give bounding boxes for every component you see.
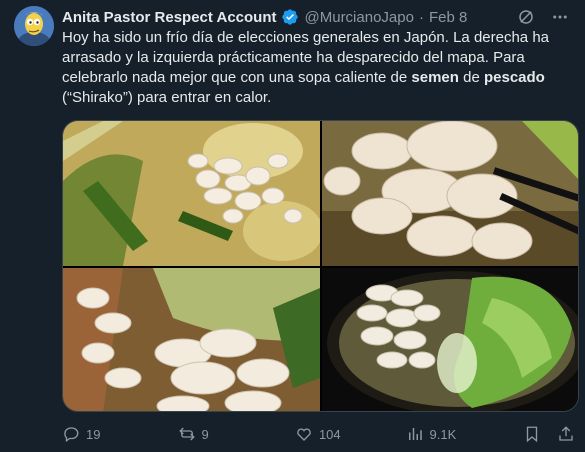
repost-icon — [178, 425, 196, 443]
reply-button[interactable]: 19 — [62, 425, 178, 443]
action-bar: 19 9 104 9.1K — [62, 423, 575, 445]
bold-word: semen — [411, 69, 459, 86]
tweet-date[interactable]: Feb 8 — [429, 9, 467, 26]
views-button[interactable]: 9.1K — [406, 425, 523, 443]
media-photo-3[interactable] — [63, 268, 320, 411]
like-count: 104 — [318, 426, 341, 442]
tweet[interactable]: Anita Pastor Respect Account @MurcianoJa… — [0, 0, 585, 452]
media-photo-4[interactable] — [322, 268, 578, 411]
avatar[interactable] — [14, 6, 54, 46]
tweet-header: Anita Pastor Respect Account @MurcianoJa… — [62, 7, 569, 27]
views-chart-icon — [406, 425, 424, 443]
more-options-icon[interactable] — [551, 8, 569, 26]
repost-count: 9 — [201, 426, 209, 442]
separator-dot: · — [418, 8, 424, 26]
media-grid — [62, 120, 579, 412]
verified-badge-icon — [281, 8, 299, 26]
media-photo-2[interactable] — [322, 121, 578, 266]
share-icon[interactable] — [557, 425, 575, 443]
views-count: 9.1K — [429, 426, 457, 442]
user-handle[interactable]: @MurcianoJapo — [305, 9, 414, 26]
heart-icon — [295, 425, 313, 443]
media-photo-1[interactable] — [63, 121, 320, 266]
bold-word: pescado — [483, 69, 545, 86]
bookmark-icon[interactable] — [523, 425, 541, 443]
display-name[interactable]: Anita Pastor Respect Account — [62, 9, 277, 26]
grok-icon[interactable] — [517, 8, 535, 26]
like-button[interactable]: 104 — [295, 425, 406, 443]
reply-count: 19 — [86, 426, 101, 442]
tweet-text: Hoy ha sido un frío día de elecciones ge… — [62, 29, 550, 106]
reply-icon — [62, 425, 80, 443]
repost-button[interactable]: 9 — [178, 425, 295, 443]
